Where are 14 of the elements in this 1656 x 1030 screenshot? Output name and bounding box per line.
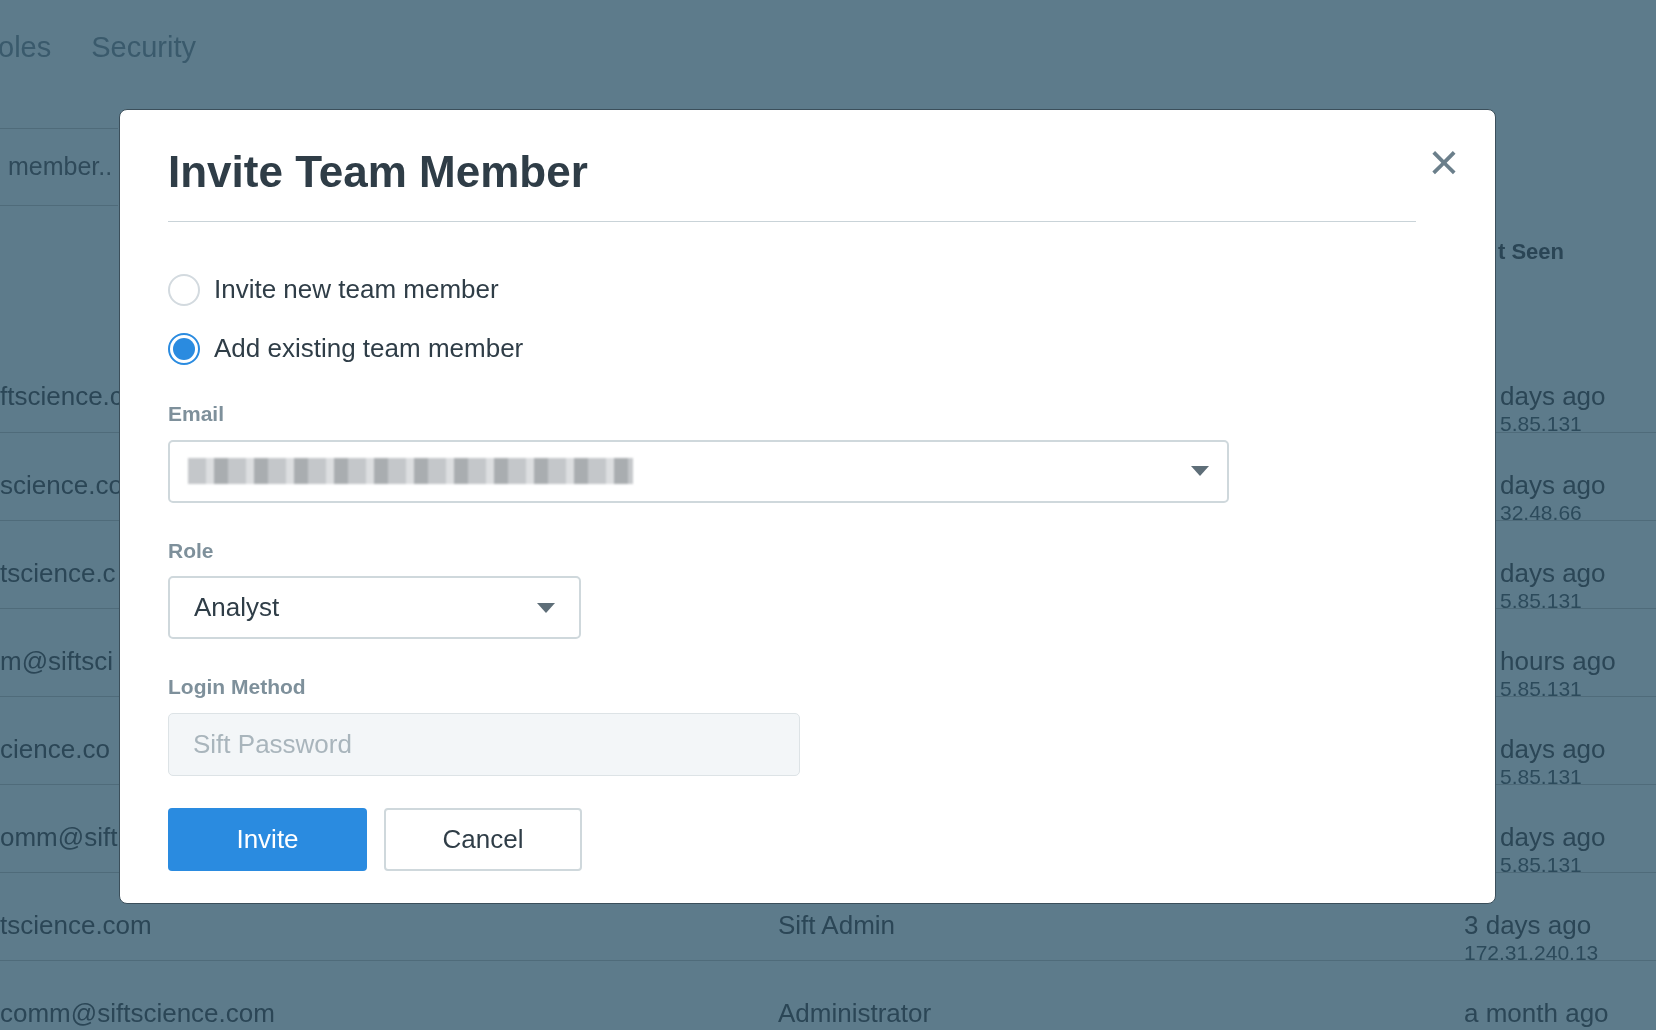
field-label: Login Method <box>168 674 307 700</box>
radio-button[interactable] <box>168 332 200 365</box>
radio-label[interactable]: Add existing team member <box>214 329 524 368</box>
field-label: Email <box>168 401 226 427</box>
caret-icon <box>1191 466 1209 476</box>
dialog-title: Invite Team Member <box>168 146 588 198</box>
role-select[interactable]: Analyst <box>168 576 581 639</box>
caret-icon <box>537 602 555 613</box>
invite-button[interactable]: Invite <box>168 807 367 871</box>
field-label: Role <box>168 537 215 564</box>
close-button[interactable]: × <box>1428 136 1459 188</box>
cancel-button[interactable]: Cancel <box>384 807 582 871</box>
radio-label[interactable]: Invite new team member <box>214 270 499 309</box>
email-select[interactable] <box>168 439 1229 503</box>
